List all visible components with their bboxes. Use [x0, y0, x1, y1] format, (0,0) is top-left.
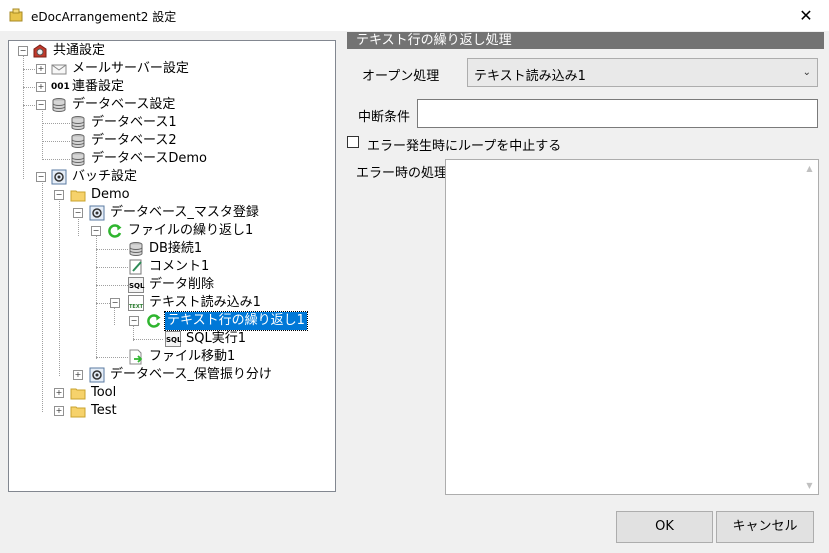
tree-node-text-line-loop[interactable]: − テキスト行の繰り返し1 [9, 311, 329, 331]
tree-node-db-storage-sort[interactable]: + データベース_保管振り分け [9, 366, 329, 384]
stop-condition-input[interactable] [417, 99, 818, 128]
tree-node-demo-folder[interactable]: − Demo [9, 186, 329, 204]
stop-condition-label: 中断条件 [358, 110, 411, 125]
collapse-icon[interactable]: − [73, 208, 83, 218]
gear-box-icon [33, 44, 47, 58]
text-file-icon: TEXT [128, 295, 144, 311]
tree-node-tool-folder[interactable]: + Tool [9, 384, 329, 402]
app-icon [9, 8, 23, 22]
open-process-label: オープン処理 [362, 69, 440, 84]
tree-node-label: DB接続1 [149, 241, 203, 256]
numbering-icon: 001 [51, 82, 70, 92]
collapse-icon[interactable]: − [36, 172, 46, 182]
error-handling-label: エラー時の処理 [356, 166, 448, 181]
expand-icon[interactable]: + [73, 370, 83, 380]
tree-node-label: バッチ設定 [72, 169, 138, 184]
sql-icon: SQL [165, 331, 181, 347]
collapse-icon[interactable]: − [54, 190, 64, 200]
tree-node-label: データベース2 [91, 133, 177, 148]
tree-node-db-master-registration[interactable]: − データベース_マスタ登録 [9, 204, 329, 222]
database-icon [71, 152, 85, 166]
tree-node-label: Demo [91, 187, 130, 202]
tree-node-comment[interactable]: コメント1 [9, 258, 329, 276]
expand-icon[interactable]: + [36, 64, 46, 74]
tree-node-label: データベースDemo [91, 151, 207, 166]
collapse-icon[interactable]: − [36, 100, 46, 110]
database-icon [71, 116, 85, 130]
tree-node-database-settings[interactable]: − データベース設定 [9, 96, 329, 114]
vertical-scrollbar[interactable]: ▲ ▼ [801, 160, 818, 494]
file-move-icon [129, 349, 143, 365]
tree-node-label: テキスト読み込み1 [149, 295, 261, 310]
envelope-icon [51, 64, 67, 75]
error-handling-textarea[interactable]: ▲ ▼ [445, 159, 819, 495]
open-process-value: テキスト読み込み1 [474, 69, 586, 84]
stop-on-error-checkbox[interactable] [347, 136, 359, 148]
comment-icon [129, 259, 142, 275]
tree-node-data-delete[interactable]: SQL データ削除 [9, 276, 329, 294]
tree-node-label: データベース設定 [72, 97, 176, 112]
expand-icon[interactable]: + [36, 82, 46, 92]
tree-node-label: メールサーバー設定 [72, 61, 189, 76]
database-icon [71, 134, 85, 148]
close-icon: ✕ [799, 6, 813, 25]
scroll-up-icon[interactable]: ▲ [801, 160, 818, 177]
tree-node-label: Test [91, 403, 117, 418]
tree-node-label: データベース_保管振り分け [110, 367, 272, 382]
tree-node-label: 連番設定 [72, 79, 125, 94]
tree-node-label: データ削除 [149, 277, 215, 292]
close-button[interactable]: ✕ [783, 0, 829, 31]
collapse-icon[interactable]: − [110, 298, 120, 308]
folder-icon [70, 388, 86, 400]
settings-tree[interactable]: − 共通設定 + メールサーバー設定 + 001 連番設定 − データベース設定 [8, 40, 336, 492]
stop-on-error-label[interactable]: エラー発生時にループを中止する [367, 135, 561, 154]
batch-icon [51, 169, 67, 185]
loop-icon [108, 224, 122, 238]
tree-node-label: ファイルの繰り返し1 [128, 223, 254, 238]
window-title: eDocArrangement2 設定 [31, 10, 177, 24]
tree-node-label: Tool [91, 385, 117, 400]
tree-node-common-settings[interactable]: − 共通設定 [9, 42, 329, 60]
tree-node-label: データベース_マスタ登録 [110, 205, 259, 220]
database-icon [129, 242, 143, 256]
tree-node-text-read[interactable]: − TEXT テキスト読み込み1 [9, 294, 329, 312]
chevron-down-icon: ⌄ [802, 67, 811, 78]
collapse-icon[interactable]: − [18, 46, 28, 56]
tree-node-label: ファイル移動1 [149, 349, 236, 364]
folder-icon [70, 190, 86, 202]
loop-icon [147, 314, 161, 328]
expand-icon[interactable]: + [54, 388, 64, 398]
tree-node-label: 共通設定 [53, 43, 106, 58]
tree-node-numbering[interactable]: + 001 連番設定 [9, 78, 329, 96]
tree-node-database-demo[interactable]: データベースDemo [9, 150, 329, 168]
collapse-icon[interactable]: − [91, 226, 101, 236]
collapse-icon[interactable]: − [129, 316, 139, 326]
tree-node-label: データベース1 [91, 115, 177, 130]
tree-node-db-connect[interactable]: DB接続1 [9, 240, 329, 258]
cancel-button[interactable]: キャンセル [716, 511, 814, 543]
database-icon [52, 98, 66, 112]
tree-node-sql-exec[interactable]: SQL SQL実行1 [9, 330, 329, 348]
sql-icon: SQL [128, 277, 144, 293]
tree-node-label: コメント1 [149, 259, 210, 274]
tree-node-batch-settings[interactable]: − バッチ設定 [9, 168, 329, 186]
ok-button[interactable]: OK [616, 511, 713, 543]
batch-icon [89, 367, 105, 383]
tree-node-test-folder[interactable]: + Test [9, 402, 329, 420]
tree-node-database-1[interactable]: データベース1 [9, 114, 329, 132]
tree-node-file-move[interactable]: ファイル移動1 [9, 348, 329, 366]
scroll-down-icon[interactable]: ▼ [801, 477, 818, 494]
tree-node-file-loop[interactable]: − ファイルの繰り返し1 [9, 222, 329, 240]
tree-node-mail-server[interactable]: + メールサーバー設定 [9, 60, 329, 78]
tree-node-label: SQL実行1 [186, 331, 246, 346]
expand-icon[interactable]: + [54, 406, 64, 416]
tree-node-label: テキスト行の繰り返し1 [164, 311, 308, 331]
open-process-select[interactable]: テキスト読み込み1 ⌄ [467, 58, 818, 87]
title-bar: eDocArrangement2 設定 ✕ [0, 0, 829, 31]
section-header: テキスト行の繰り返し処理 [347, 32, 824, 49]
folder-icon [70, 406, 86, 418]
batch-icon [89, 205, 105, 221]
tree-node-database-2[interactable]: データベース2 [9, 132, 329, 150]
